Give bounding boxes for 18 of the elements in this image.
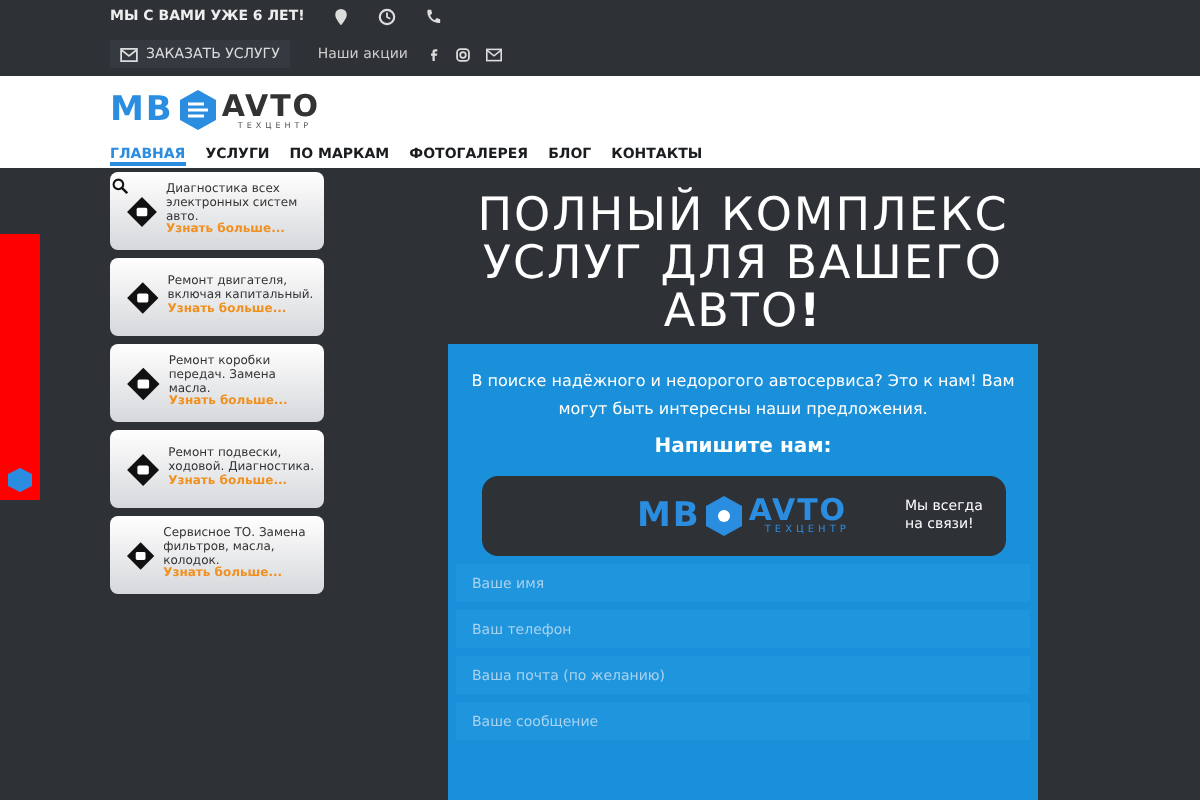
hexagon-icon <box>177 88 218 132</box>
facebook-icon[interactable] <box>427 47 440 61</box>
hexagon-icon <box>6 466 34 494</box>
logo-text: AVTO <box>748 496 850 526</box>
location-pin-icon[interactable] <box>332 7 351 25</box>
phone-icon[interactable] <box>424 7 443 25</box>
logo-text: MB <box>110 90 174 130</box>
intro-text: В поиске надёжного и недорогого автосервиса? Это к нам! Вам могут быть интересны наши предложения. <box>469 370 1017 422</box>
instagram-icon[interactable] <box>455 47 470 61</box>
logo-text: MB <box>637 496 701 536</box>
envelope-icon[interactable] <box>485 47 502 61</box>
hero-title: ПОЛНЫЙ КОМПЛЕКС УСЛУГ ДЛЯ ВАШЕГО АВТО! <box>475 192 1011 336</box>
panel-heading: Напишите нам: <box>654 436 832 458</box>
search-icon[interactable] <box>112 178 128 194</box>
clock-icon[interactable] <box>378 7 397 25</box>
envelope-icon <box>120 47 138 61</box>
hexagon-icon <box>704 494 745 538</box>
logo-text: AVTO <box>221 91 321 121</box>
